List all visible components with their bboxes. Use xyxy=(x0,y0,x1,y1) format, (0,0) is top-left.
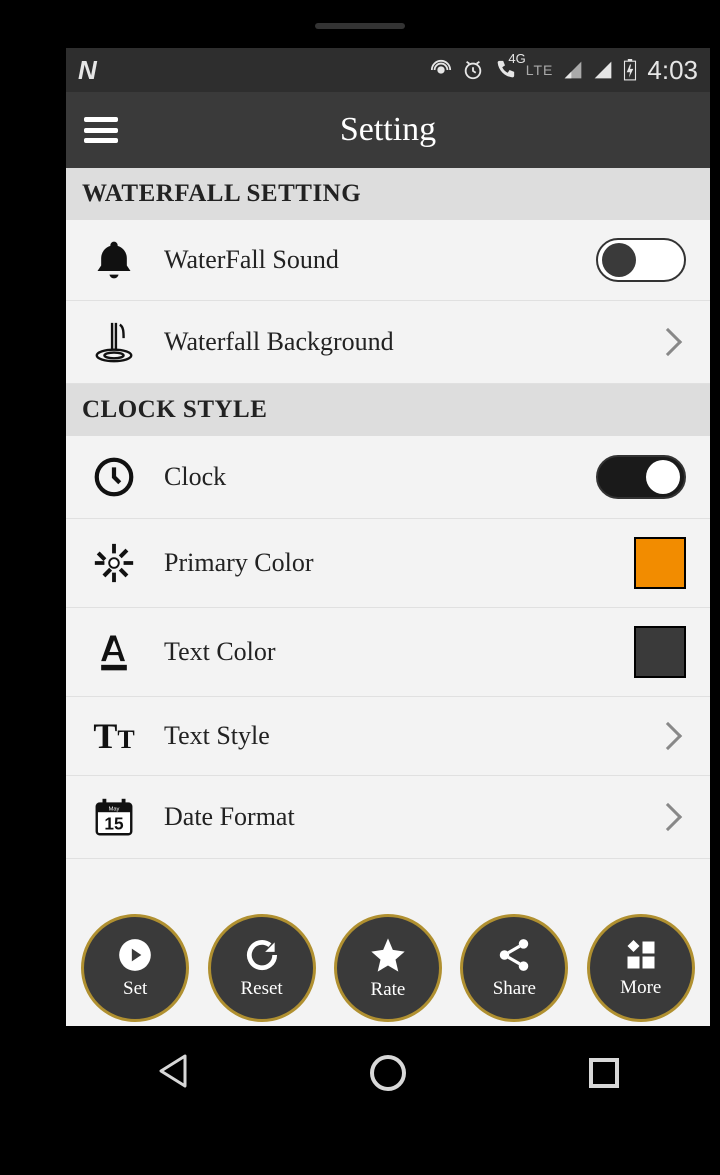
signal-2-icon xyxy=(593,60,613,80)
row-label: Clock xyxy=(144,462,596,492)
button-label: Rate xyxy=(371,979,406,1001)
android-n-icon: N xyxy=(78,55,97,86)
row-label: WaterFall Sound xyxy=(144,245,596,275)
page-title: Setting xyxy=(66,111,710,149)
text-color-swatch[interactable] xyxy=(634,626,686,678)
chevron-right-icon xyxy=(654,722,682,750)
row-label: Date Format xyxy=(144,802,658,832)
waterfall-icon xyxy=(84,319,144,365)
settings-content: WATERFALL SETTING WaterFall Sound Waterf… xyxy=(66,168,710,859)
star-icon xyxy=(368,935,408,975)
bottom-bar: Set Reset Rate Share xyxy=(66,910,710,1026)
row-date-format[interactable]: May15 Date Format xyxy=(66,776,710,859)
color-wheel-icon xyxy=(84,540,144,586)
rate-button[interactable]: Rate xyxy=(334,914,442,1022)
share-button[interactable]: Share xyxy=(460,914,568,1022)
text-style-icon: TT xyxy=(84,715,144,757)
signal-1-icon xyxy=(563,60,583,80)
calendar-icon: May15 xyxy=(84,794,144,840)
row-label: Waterfall Background xyxy=(144,327,658,357)
battery-icon xyxy=(623,59,637,81)
button-label: Reset xyxy=(240,978,282,1000)
chevron-right-icon xyxy=(654,803,682,831)
share-icon xyxy=(495,936,533,974)
button-label: Share xyxy=(493,978,536,1000)
toggle-waterfall-sound[interactable] xyxy=(596,238,686,282)
nav-back-button[interactable] xyxy=(157,1054,187,1093)
hamburger-icon[interactable] xyxy=(84,117,118,143)
row-text-color[interactable]: Text Color xyxy=(66,608,710,697)
more-button[interactable]: More xyxy=(587,914,695,1022)
status-clock: 4:03 xyxy=(647,55,698,86)
row-label: Text Color xyxy=(144,637,634,667)
button-label: Set xyxy=(123,978,147,1000)
status-bar: N 4G LTE 4:03 xyxy=(66,48,710,92)
reset-button[interactable]: Reset xyxy=(208,914,316,1022)
play-circle-icon xyxy=(116,936,154,974)
bell-icon xyxy=(84,238,144,282)
nav-recent-button[interactable] xyxy=(589,1058,619,1088)
svg-text:15: 15 xyxy=(104,813,124,833)
system-nav-bar xyxy=(66,1026,710,1120)
section-waterfall: WATERFALL SETTING xyxy=(66,168,710,220)
nav-home-button[interactable] xyxy=(370,1055,406,1091)
reset-icon xyxy=(243,936,281,974)
row-label: Text Style xyxy=(144,721,658,751)
row-primary-color[interactable]: Primary Color xyxy=(66,519,710,608)
call-4g-icon: 4G xyxy=(494,59,516,81)
text-color-icon xyxy=(84,630,144,674)
speaker-grille xyxy=(315,23,405,29)
app-header: Setting xyxy=(66,92,710,168)
row-text-style[interactable]: TT Text Style xyxy=(66,697,710,776)
clock-icon xyxy=(84,454,144,500)
lte-label: LTE xyxy=(526,62,554,78)
button-label: More xyxy=(620,977,661,999)
svg-text:May: May xyxy=(109,806,120,812)
row-label: Primary Color xyxy=(144,548,634,578)
set-button[interactable]: Set xyxy=(81,914,189,1022)
cast-icon xyxy=(430,59,452,81)
row-waterfall-background[interactable]: Waterfall Background xyxy=(66,301,710,384)
more-tiles-icon xyxy=(623,937,659,973)
device-frame: N 4G LTE 4:03 xyxy=(28,0,692,1120)
row-waterfall-sound[interactable]: WaterFall Sound xyxy=(66,220,710,301)
section-clockstyle: CLOCK STYLE xyxy=(66,384,710,436)
primary-color-swatch[interactable] xyxy=(634,537,686,589)
alarm-icon xyxy=(462,59,484,81)
screen: N 4G LTE 4:03 xyxy=(66,48,710,1026)
row-clock[interactable]: Clock xyxy=(66,436,710,519)
toggle-clock[interactable] xyxy=(596,455,686,499)
chevron-right-icon xyxy=(654,328,682,356)
